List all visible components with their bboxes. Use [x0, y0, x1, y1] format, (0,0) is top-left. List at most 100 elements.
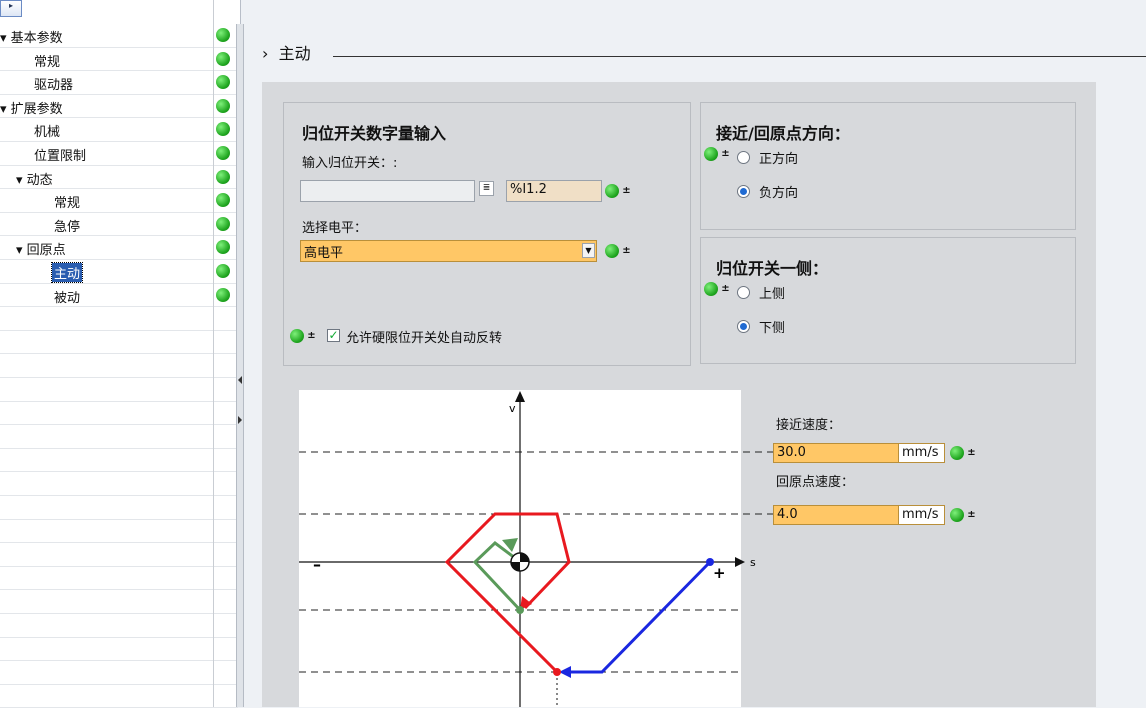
homing-input-group: 归位开关数字量输入 输入归位开关：: ≣ %I1.2 ± 选择电平： 高电平 ▼…	[283, 102, 691, 366]
green-status-dot-icon	[216, 28, 230, 42]
download-arrow-icon[interactable]: ±	[721, 148, 730, 160]
homing-speed-value[interactable]: 4.0	[777, 507, 798, 522]
download-arrow-icon[interactable]: ±	[307, 330, 316, 342]
green-status-dot-icon	[216, 51, 230, 66]
nav-item-label: 机械	[34, 125, 61, 141]
level-label: 选择电平：	[302, 221, 368, 236]
nav-item-label: ▾ 动态	[16, 172, 53, 188]
reversal-point	[553, 668, 561, 676]
approach-speed-label: 接近速度：	[776, 418, 842, 433]
nav-item[interactable]: 位置限制	[0, 142, 238, 166]
pane-splitter[interactable]	[236, 24, 244, 707]
expand-right-icon[interactable]	[238, 416, 242, 424]
blue-approach-path	[571, 560, 712, 674]
collapse-left-icon[interactable]	[238, 376, 242, 384]
v-axis-arrow-icon	[515, 391, 525, 402]
green-status-dot-icon	[216, 169, 230, 184]
nav-item[interactable]: ▾ 回原点	[0, 236, 238, 260]
nav-empty-row	[0, 378, 238, 402]
nav-item[interactable]: 主动	[0, 260, 238, 284]
green-status-dot-icon	[216, 264, 230, 278]
nav-empty-row	[0, 614, 238, 638]
nav-item-label: 常规	[54, 196, 81, 212]
green-status-dot-icon	[605, 244, 619, 258]
homing-input-title: 归位开关数字量输入	[302, 124, 447, 143]
green-status-dot-icon	[704, 147, 718, 161]
nav-item[interactable]: 驱动器	[0, 71, 238, 95]
nav-item-label: 位置限制	[34, 149, 87, 164]
lower-side-label: 下侧	[759, 321, 786, 336]
nav-empty-row	[0, 638, 238, 662]
browse-icon[interactable]: ≣	[479, 181, 494, 196]
green-homing-path	[472, 541, 522, 612]
homing-diagram-svg: v s – +	[299, 391, 773, 707]
radio-negative-direction[interactable]	[737, 185, 750, 198]
radio-lower-side[interactable]	[737, 320, 750, 333]
download-arrow-icon[interactable]: ±	[622, 245, 631, 257]
positive-direction-label: 正方向	[759, 152, 799, 167]
tree-status-divider	[213, 0, 214, 707]
section-header[interactable]: › 主动	[262, 40, 311, 64]
download-arrow-icon[interactable]: ±	[721, 283, 730, 295]
nav-item[interactable]: 常规	[0, 189, 238, 213]
address-field[interactable]: %I1.2	[506, 180, 602, 202]
homing-speed-label: 回原点速度：	[776, 475, 855, 490]
home-point	[516, 606, 524, 614]
input-switch-label: 输入归位开关：:	[302, 156, 398, 171]
switch-side-group: 归位开关一侧： ± 上侧 下侧	[700, 237, 1076, 364]
nav-empty-row	[0, 685, 238, 708]
auto-reverse-label: 允许硬限位开关处自动反转	[346, 331, 503, 346]
green-status-dot-icon	[704, 282, 718, 296]
level-select[interactable]: 高电平	[300, 240, 597, 262]
radio-upper-side[interactable]	[737, 286, 750, 299]
nav-item-label: 驱动器	[34, 78, 74, 94]
nav-item-label: 被动	[54, 290, 81, 306]
download-arrow-icon[interactable]: ±	[967, 447, 976, 459]
nav-empty-row	[0, 567, 238, 591]
section-title: 主动	[278, 44, 311, 63]
green-status-dot-icon	[216, 287, 230, 302]
green-status-dot-icon	[216, 146, 230, 160]
auto-reverse-checkbox[interactable]: ✓	[327, 329, 340, 342]
green-status-dot-icon	[605, 184, 619, 198]
nav-item-label: ▾ 基本参数	[0, 31, 63, 46]
input-switch-field[interactable]	[300, 180, 475, 202]
positive-side-label: +	[713, 564, 726, 582]
nav-empty-row	[0, 331, 238, 355]
nav-empty-row	[0, 520, 238, 544]
radio-positive-direction[interactable]	[737, 151, 750, 164]
download-arrow-icon[interactable]: ±	[622, 185, 631, 197]
upper-side-label: 上侧	[759, 287, 786, 302]
switch-side-title: 归位开关一侧：	[716, 259, 829, 278]
approach-speed-value[interactable]: 30.0	[777, 445, 806, 460]
nav-item-label: ▾ 扩展参数	[0, 101, 63, 117]
nav-empty-row	[0, 354, 238, 378]
nav-item-label: 急停	[54, 219, 81, 235]
nav-empty-row	[0, 449, 238, 473]
nav-empty-row	[0, 425, 238, 449]
nav-item[interactable]: ▾ 基本参数	[0, 24, 238, 48]
nav-empty-row	[0, 307, 238, 331]
section-divider	[333, 56, 1146, 57]
nav-item[interactable]: ▾ 动态	[0, 166, 238, 190]
green-status-dot-icon	[216, 75, 230, 90]
chevron-down-icon[interactable]: ▼	[582, 243, 595, 258]
nav-item[interactable]: 急停	[0, 213, 238, 237]
nav-item[interactable]: 常规	[0, 48, 238, 72]
green-status-dot-icon	[216, 98, 230, 113]
red-approach-path	[444, 512, 571, 674]
nav-empty-row	[0, 590, 238, 614]
green-status-dot-icon	[216, 240, 230, 255]
nav-item[interactable]: 被动	[0, 284, 238, 308]
nav-item-label: 常规	[34, 54, 61, 70]
direction-title: 接近/回原点方向：	[716, 124, 850, 143]
nav-item[interactable]: 机械	[0, 118, 238, 142]
download-arrow-icon[interactable]: ±	[967, 509, 976, 521]
nav-empty-row	[0, 661, 238, 685]
nav-empty-row	[0, 543, 238, 567]
approach-unit-box: mm/s	[898, 443, 945, 463]
section-expand-icon[interactable]: ›	[262, 44, 268, 63]
editor-icon[interactable]: ▸	[0, 0, 22, 17]
nav-item[interactable]: ▾ 扩展参数	[0, 95, 238, 119]
nav-item-label: 主动	[50, 262, 84, 283]
